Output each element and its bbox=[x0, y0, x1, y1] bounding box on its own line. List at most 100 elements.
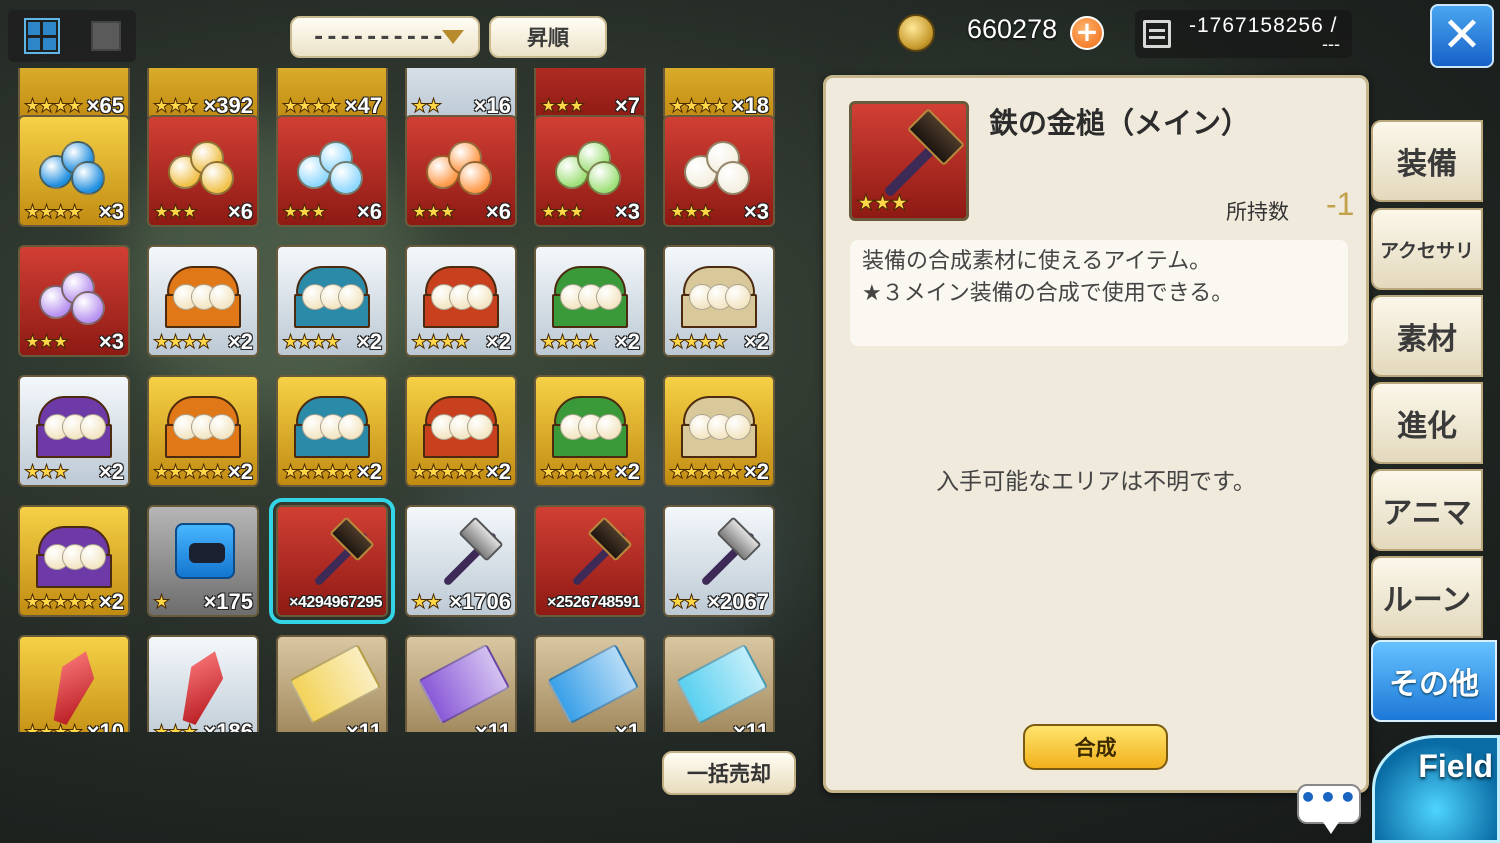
inventory-cell[interactable]: ★★ ×2067 bbox=[663, 505, 775, 617]
item-quantity: ×2 bbox=[485, 329, 511, 354]
inventory-cell[interactable]: ×11 bbox=[276, 635, 388, 732]
field-button[interactable]: Field bbox=[1372, 735, 1500, 843]
inventory-cell[interactable]: ×11 bbox=[405, 635, 517, 732]
rarity-stars: ★★ bbox=[668, 591, 700, 614]
synthesize-button[interactable]: 合成 bbox=[1023, 724, 1168, 770]
tab-rune[interactable]: ルーン bbox=[1371, 556, 1483, 638]
silver-hammer-icon bbox=[683, 516, 762, 597]
inventory-cell[interactable]: ★★★★ ×2 bbox=[147, 245, 259, 357]
inventory-cell[interactable]: ★★★★ ×3 bbox=[18, 115, 130, 227]
add-gold-button[interactable]: + bbox=[1070, 16, 1104, 50]
inventory-cell[interactable]: ×1 bbox=[534, 635, 646, 732]
inventory-cell[interactable]: ★★★ ×3 bbox=[18, 245, 130, 357]
rarity-stars: ★★★ bbox=[23, 461, 69, 484]
blue-orbs-icon bbox=[297, 137, 367, 197]
rarity-stars: ★★★ bbox=[23, 331, 69, 354]
item-quantity: ×11 bbox=[345, 719, 382, 732]
close-button[interactable]: ✕ bbox=[1430, 4, 1494, 68]
iron-hammer-icon bbox=[296, 516, 375, 597]
inventory-capacity: -1767158256 / --- bbox=[1135, 10, 1352, 58]
red-chest-icon bbox=[421, 395, 501, 458]
chevron-down-icon bbox=[442, 30, 464, 44]
green-chest-icon bbox=[550, 265, 630, 328]
white-orbs-icon bbox=[684, 137, 754, 197]
rarity-stars: ★★★★ bbox=[23, 95, 83, 118]
rarity-stars: ★★★★ bbox=[23, 721, 83, 733]
sort-order-button[interactable]: 昇順 bbox=[489, 16, 607, 58]
inventory-cell[interactable]: ★★★★ ×65 bbox=[18, 68, 130, 121]
item-quantity: ×2 bbox=[98, 589, 124, 614]
rarity-stars: ★★ bbox=[410, 591, 442, 614]
tab-accessory[interactable]: アクセサリ bbox=[1371, 208, 1483, 290]
bulk-sell-button[interactable]: 一括売却 bbox=[662, 751, 796, 795]
tab-material[interactable]: 素材 bbox=[1371, 295, 1483, 377]
inventory-cell[interactable]: ★★★★ ×2 bbox=[534, 245, 646, 357]
inventory-cell[interactable]: ×2526748591 bbox=[534, 505, 646, 617]
rarity-stars: ★★★ bbox=[855, 191, 909, 217]
tab-evolution[interactable]: 進化 bbox=[1371, 382, 1483, 464]
inventory-cell[interactable]: ★★★ ×6 bbox=[276, 115, 388, 227]
list-view-icon[interactable] bbox=[90, 21, 121, 51]
inventory-cell[interactable]: ★★★ ×2 bbox=[18, 375, 130, 487]
inventory-cell[interactable]: ★★★★★ ×2 bbox=[405, 375, 517, 487]
inventory-cell[interactable]: ★★★★ ×2 bbox=[405, 245, 517, 357]
rarity-stars: ★★★★★ bbox=[539, 461, 613, 484]
rarity-stars: ★★★★ bbox=[539, 331, 599, 354]
item-quantity: ×2 bbox=[614, 329, 640, 354]
inventory-cell[interactable]: ★★ ×16 bbox=[405, 68, 517, 121]
close-x-icon: ✕ bbox=[1441, 7, 1483, 63]
chat-button[interactable]: ••• bbox=[1297, 784, 1361, 834]
inventory-cell[interactable]: ★★★ ×392 bbox=[147, 68, 259, 121]
red-crystal-icon bbox=[44, 645, 102, 728]
sort-dropdown-value: ---------- bbox=[312, 24, 445, 50]
inventory-cell[interactable]: ★★★★★ ×2 bbox=[18, 505, 130, 617]
item-quantity: ×2 bbox=[227, 329, 253, 354]
inventory-cell[interactable]: ×4294967295 bbox=[269, 498, 395, 624]
inventory-cell[interactable]: ★★★★ ×2 bbox=[663, 245, 775, 357]
tab-equipment[interactable]: 装備 bbox=[1371, 120, 1483, 202]
green-chest-icon bbox=[550, 395, 630, 458]
item-quantity: ×1706 bbox=[449, 589, 511, 614]
blue-ticket-icon bbox=[546, 643, 640, 725]
item-quantity: ×6 bbox=[227, 199, 253, 224]
inventory-cell[interactable]: ★★★★ ×18 bbox=[663, 68, 775, 121]
rarity-stars: ★★★★ bbox=[281, 331, 341, 354]
inventory-cell[interactable]: ★ ×175 bbox=[147, 505, 259, 617]
orange-chest-icon bbox=[163, 395, 243, 458]
inventory-cell[interactable]: ★★★ ×7 bbox=[534, 68, 646, 121]
inventory-cell[interactable]: ★★★ ×186 bbox=[147, 635, 259, 732]
inventory-cell[interactable]: ×11 bbox=[663, 635, 775, 732]
inventory-cell[interactable]: ★★★★★ ×2 bbox=[147, 375, 259, 487]
rarity-stars: ★★★ bbox=[539, 201, 585, 224]
iron-hammer-icon bbox=[554, 516, 633, 597]
tab-other[interactable]: その他 bbox=[1371, 640, 1497, 722]
grid-view-icon[interactable] bbox=[23, 18, 60, 54]
inventory-cell[interactable]: ★★ ×1706 bbox=[405, 505, 517, 617]
item-grid[interactable]: ★★★★ ×65 ★★★ ×392 ★★★★ ×47 ★★ ×16 ★★★ ×7 ★★★★ ×18 ★★… bbox=[10, 68, 790, 732]
tab-anima[interactable]: アニマ bbox=[1371, 469, 1483, 551]
inventory-cell[interactable]: ★★★★ ×2 bbox=[276, 245, 388, 357]
inventory-cell[interactable]: ★★★ ×6 bbox=[147, 115, 259, 227]
inventory-cell[interactable]: ★★★★★ ×2 bbox=[276, 375, 388, 487]
inventory-cell[interactable]: ★★★★★ ×2 bbox=[663, 375, 775, 487]
purple-ticket-icon bbox=[417, 643, 511, 725]
inventory-cell[interactable]: ★★★★★ ×2 bbox=[534, 375, 646, 487]
inventory-cell[interactable]: ★★★ ×3 bbox=[534, 115, 646, 227]
inventory-cell[interactable]: ★★★ ×6 bbox=[405, 115, 517, 227]
rarity-stars: ★★★★ bbox=[668, 95, 728, 118]
item-quantity: ×2 bbox=[614, 459, 640, 484]
inventory-cell[interactable]: ★★★★ ×10 bbox=[18, 635, 130, 732]
inventory-cell[interactable]: ★★★ ×3 bbox=[663, 115, 775, 227]
description-line: ★３メイン装備の合成で使用できる。 bbox=[862, 281, 1234, 306]
item-quantity: ×6 bbox=[485, 199, 511, 224]
gold-value: 660278 bbox=[967, 14, 1058, 44]
item-quantity: ×4294967295 bbox=[289, 594, 382, 611]
item-quantity: ×10 bbox=[86, 719, 124, 732]
view-toggle bbox=[8, 10, 136, 62]
rarity-stars: ★★★ bbox=[152, 201, 198, 224]
item-quantity: ×3 bbox=[98, 199, 124, 224]
sort-dropdown[interactable]: ---------- bbox=[290, 16, 480, 58]
inventory-cell[interactable]: ★★★★ ×47 bbox=[276, 68, 388, 121]
item-quantity: ×2 bbox=[98, 459, 124, 484]
capacity-value: -1767158256 / bbox=[1189, 14, 1338, 37]
